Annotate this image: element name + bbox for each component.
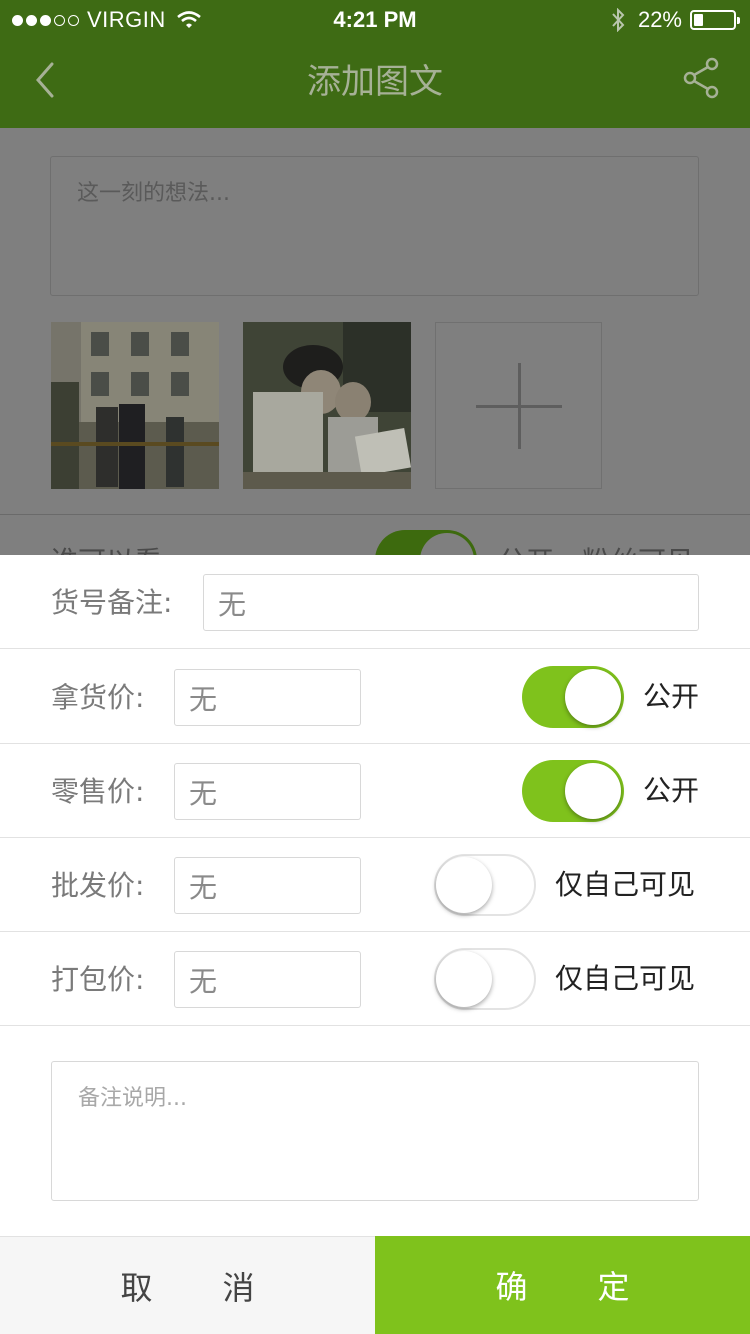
battery-percent: 22% [637, 7, 682, 32]
plus-icon [518, 363, 521, 449]
toggle-knob [565, 763, 621, 819]
price-row-retail: 零售价: 公开 [0, 744, 750, 838]
price-row-wholesale: 批发价: 仅自己可见 [0, 838, 750, 932]
price-label: 批发价: [51, 869, 145, 902]
price-label: 打包价: [51, 963, 145, 996]
thought-placeholder: 这一刻的想法... [77, 181, 230, 206]
nav-bar: 添加图文 [0, 40, 750, 128]
toggle-label: 仅自己可见 [555, 962, 696, 995]
share-icon[interactable] [682, 56, 722, 100]
toggle-label: 公开 [643, 680, 700, 713]
price-input[interactable] [174, 951, 361, 1008]
toggle-knob [436, 951, 492, 1007]
confirm-button[interactable]: 确定 [375, 1236, 750, 1334]
price-edit-sheet: 货号备注: 拿货价: 公开 零售价: 公开 批发价: 仅自己可见 打包价: 仅自… [0, 555, 750, 1334]
price-input[interactable] [174, 669, 361, 726]
toggle-label: 仅自己可见 [555, 868, 696, 901]
item-note-label: 货号备注: [51, 586, 173, 619]
photo-thumbnail [243, 322, 411, 489]
price-row-pickup: 拿货价: 公开 [0, 650, 750, 744]
visibility-toggle[interactable] [434, 854, 536, 916]
remark-placeholder: 备注说明... [78, 1086, 187, 1111]
bluetooth-icon [612, 8, 625, 32]
thought-input: 这一刻的想法... [50, 156, 699, 296]
visibility-toggle[interactable] [522, 666, 624, 728]
battery-icon [690, 10, 740, 30]
price-input[interactable] [174, 857, 361, 914]
page-title: 添加图文 [307, 62, 443, 102]
remark-textarea[interactable]: 备注说明... [51, 1061, 699, 1201]
toggle-knob [436, 857, 492, 913]
price-label: 零售价: [51, 775, 145, 808]
status-right: 22% [610, 6, 740, 34]
divider [0, 514, 750, 515]
cancel-button[interactable]: 取消 [0, 1236, 375, 1334]
photo-thumbnail [51, 322, 219, 489]
price-label: 拿货价: [51, 681, 145, 714]
add-photo-button[interactable] [435, 322, 602, 489]
background-page-overlay[interactable]: 这一刻的想法... [0, 128, 750, 590]
price-input[interactable] [174, 763, 361, 820]
item-note-row: 货号备注: [0, 555, 750, 649]
toggle-label: 公开 [643, 774, 700, 807]
visibility-toggle[interactable] [434, 948, 536, 1010]
toggle-knob [565, 669, 621, 725]
price-row-bundle: 打包价: 仅自己可见 [0, 932, 750, 1026]
battery-fill [694, 14, 703, 26]
item-note-input[interactable] [203, 574, 699, 631]
visibility-toggle[interactable] [522, 760, 624, 822]
status-bar: VIRGIN 4:21 PM 22% [0, 0, 750, 40]
